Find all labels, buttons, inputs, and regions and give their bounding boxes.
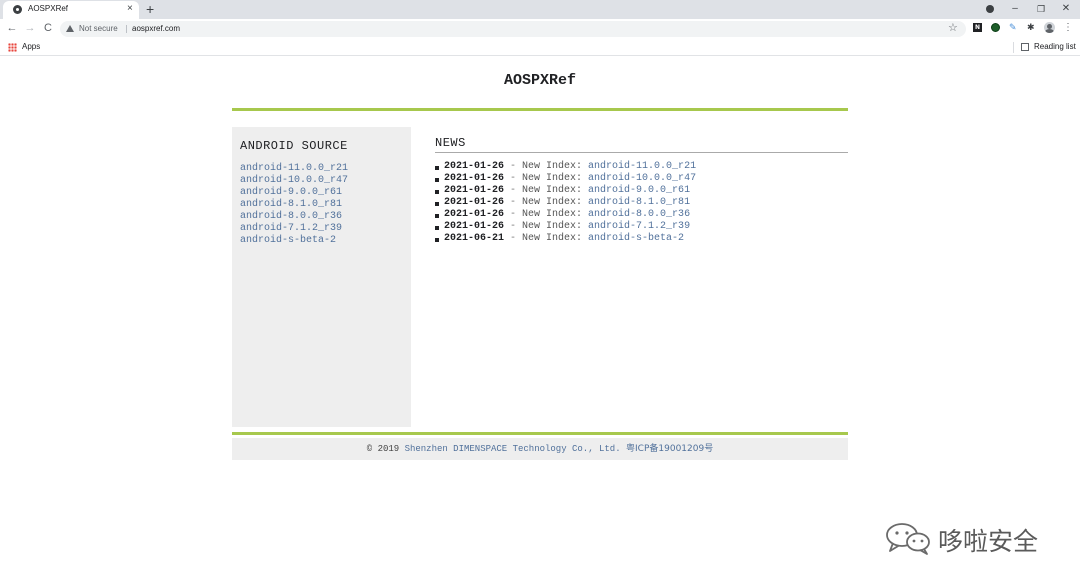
- news-list: 2021-01-26 - New Index: android-11.0.0_r…: [435, 161, 848, 245]
- news-item: 2021-01-26 - New Index: android-8.0.0_r3…: [435, 209, 848, 221]
- news-index-link[interactable]: android-10.0.0_r47: [588, 173, 696, 184]
- extension-n-icon[interactable]: N: [973, 23, 982, 32]
- new-tab-button[interactable]: +: [146, 1, 154, 17]
- forward-arrow-icon[interactable]: →: [22, 20, 38, 36]
- news-date: 2021-01-26: [444, 197, 505, 208]
- news-item: 2021-01-26 - New Index: android-8.1.0_r8…: [435, 197, 848, 209]
- close-window-button[interactable]: ✕: [1056, 0, 1076, 19]
- omnibox-divider: [126, 25, 127, 33]
- news-label: New Index:: [522, 209, 589, 220]
- profile-avatar-icon[interactable]: [1044, 22, 1055, 33]
- back-arrow-icon[interactable]: ←: [4, 20, 20, 36]
- extension-pen-icon[interactable]: ✎: [1009, 23, 1018, 32]
- bookmarks-bar: Apps Reading list: [0, 39, 1080, 56]
- news-item: 2021-06-21 - New Index: android-s-beta-2: [435, 233, 848, 245]
- news-date: 2021-01-26: [444, 221, 505, 232]
- news-heading: NEWS: [435, 136, 848, 153]
- bullet-icon: [435, 178, 439, 182]
- icp-license-link[interactable]: 粤ICP备19001209号: [626, 444, 713, 454]
- news-date: 2021-01-26: [444, 209, 505, 220]
- header-divider: [232, 108, 848, 111]
- site-favicon-icon: [13, 5, 22, 14]
- reload-icon[interactable]: C: [40, 20, 56, 36]
- bullet-icon: [435, 190, 439, 194]
- news-item: 2021-01-26 - New Index: android-7.1.2_r3…: [435, 221, 848, 233]
- news-label: New Index:: [522, 197, 589, 208]
- news-date: 2021-06-21: [444, 233, 505, 244]
- news-date: 2021-01-26: [444, 161, 505, 172]
- tab-close-icon[interactable]: ×: [127, 3, 133, 15]
- apps-grid-icon[interactable]: [8, 43, 17, 52]
- news-section: NEWS 2021-01-26 - New Index: android-11.…: [435, 136, 848, 245]
- bookmark-star-icon[interactable]: ☆: [948, 22, 958, 35]
- bullet-icon: [435, 214, 439, 218]
- news-index-link[interactable]: android-s-beta-2: [588, 233, 684, 244]
- extension-green-circle-icon[interactable]: [991, 23, 1000, 32]
- news-index-link[interactable]: android-7.1.2_r39: [588, 221, 690, 232]
- footer-divider: [232, 432, 848, 435]
- company-link[interactable]: Shenzhen DIMENSPACE Technology Co., Ltd.: [405, 444, 621, 454]
- apps-bookmark[interactable]: Apps: [22, 42, 40, 51]
- address-bar[interactable]: Not secure aospxref.com ☆: [60, 21, 966, 37]
- news-label: New Index:: [522, 173, 589, 184]
- bullet-icon: [435, 202, 439, 206]
- news-separator: -: [504, 197, 523, 208]
- site-title: AOSPXRef: [503, 72, 576, 89]
- news-index-link[interactable]: android-11.0.0_r21: [588, 161, 696, 172]
- browser-menu-icon[interactable]: ⋮: [1063, 22, 1073, 33]
- source-version-list: android-11.0.0_r21 android-10.0.0_r47 an…: [240, 160, 348, 246]
- news-label: New Index:: [522, 221, 589, 232]
- media-control-icon[interactable]: [980, 0, 1000, 19]
- reading-list-icon[interactable]: [1021, 43, 1029, 51]
- news-label: New Index:: [522, 185, 589, 196]
- news-item: 2021-01-26 - New Index: android-10.0.0_r…: [435, 173, 848, 185]
- tab-title: AOSPXRef: [28, 4, 69, 13]
- news-separator: -: [504, 209, 523, 220]
- browser-tab-active[interactable]: AOSPXRef ×: [3, 1, 139, 19]
- watermark-text: 哆啦安全: [938, 527, 1039, 556]
- sidebar-heading: ANDROID SOURCE: [240, 139, 348, 153]
- news-item: 2021-01-26 - New Index: android-9.0.0_r6…: [435, 185, 848, 197]
- news-label: New Index:: [522, 161, 589, 172]
- copyright-text: © 2019: [366, 444, 405, 454]
- android-source-sidebar: ANDROID SOURCE android-11.0.0_r21 androi…: [232, 127, 411, 427]
- bookmarks-divider: [1013, 42, 1014, 53]
- site-footer: © 2019 Shenzhen DIMENSPACE Technology Co…: [232, 438, 848, 460]
- news-index-link[interactable]: android-8.0.0_r36: [588, 209, 690, 220]
- bullet-icon: [435, 166, 439, 170]
- bullet-icon: [435, 226, 439, 230]
- news-index-link[interactable]: android-9.0.0_r61: [588, 185, 690, 196]
- url-text[interactable]: aospxref.com: [132, 24, 180, 33]
- source-link[interactable]: android-s-beta-2: [240, 235, 336, 246]
- warning-triangle-icon[interactable]: [66, 25, 74, 32]
- news-index-link[interactable]: android-8.1.0_r81: [588, 197, 690, 208]
- watermark: 哆啦安全: [884, 520, 1054, 558]
- bullet-icon: [435, 238, 439, 242]
- news-separator: -: [504, 221, 523, 232]
- restore-button[interactable]: ❐: [1031, 0, 1051, 19]
- browser-toolbar: ← → C Not secure aospxref.com ☆: [0, 19, 1080, 39]
- minimize-button[interactable]: –: [1005, 0, 1025, 19]
- news-label: New Index:: [522, 233, 589, 244]
- security-status[interactable]: Not secure: [79, 24, 118, 33]
- news-item: 2021-01-26 - New Index: android-11.0.0_r…: [435, 161, 848, 173]
- news-separator: -: [504, 161, 523, 172]
- news-separator: -: [504, 173, 523, 184]
- extensions-puzzle-icon[interactable]: ✱: [1027, 23, 1036, 32]
- news-date: 2021-01-26: [444, 173, 505, 184]
- news-date: 2021-01-26: [444, 185, 505, 196]
- browser-tab-strip: AOSPXRef × + – ❐ ✕: [0, 0, 1080, 19]
- news-separator: -: [504, 233, 523, 244]
- wechat-logo-icon: [886, 523, 930, 555]
- news-separator: -: [504, 185, 523, 196]
- reading-list-button[interactable]: Reading list: [1034, 42, 1076, 51]
